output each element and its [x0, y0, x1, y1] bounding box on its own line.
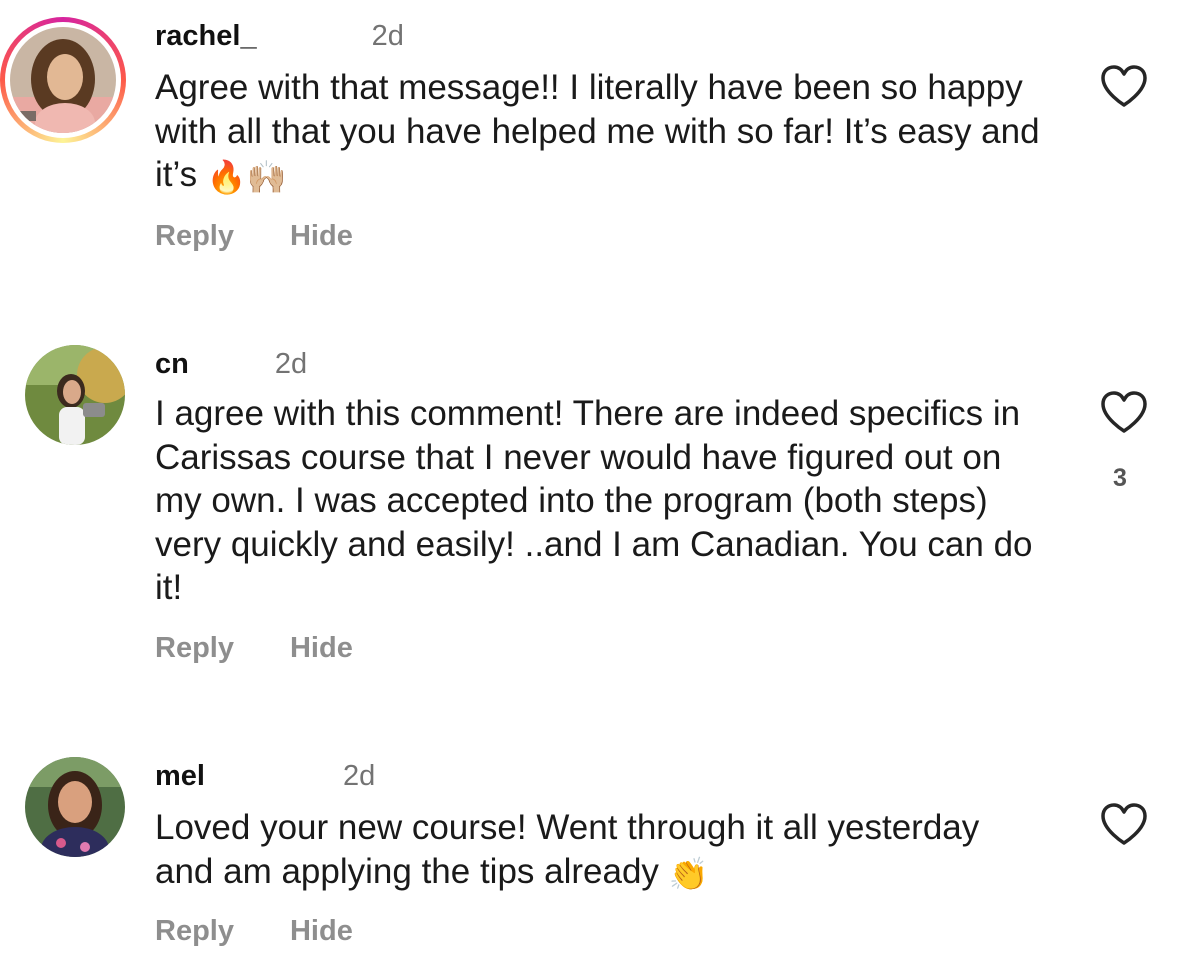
fire-raising-hands-emoji: 🔥🙌🏼: [206, 159, 287, 195]
hide-button[interactable]: Hide: [290, 915, 353, 948]
avatar: [25, 345, 125, 445]
comment-header: mel 2d: [155, 758, 375, 794]
username[interactable]: rachel_: [155, 20, 362, 52]
username[interactable]: cn: [155, 348, 265, 380]
comment-actions: Reply Hide: [155, 915, 353, 948]
comment-text: Agree with that message!! I literally ha…: [155, 68, 1040, 195]
reply-button[interactable]: Reply: [155, 220, 234, 253]
heart-outline-icon[interactable]: [1100, 802, 1148, 846]
comment-text: Loved your new course! Went through it a…: [155, 808, 980, 892]
like-count: 3: [1113, 464, 1127, 492]
redacted-username: [204, 767, 333, 788]
timestamp: 2d: [342, 760, 376, 792]
comment-actions: Reply Hide: [155, 632, 353, 665]
redacted-username: [188, 355, 265, 376]
comment-text: I agree with this comment! There are ind…: [155, 394, 1033, 607]
hide-button[interactable]: Hide: [290, 220, 353, 253]
avatar: [25, 757, 125, 857]
avatar: [10, 27, 116, 133]
clapping-hands-emoji: 👏: [668, 855, 709, 892]
hide-button[interactable]: Hide: [290, 632, 353, 665]
username[interactable]: mel: [155, 760, 333, 792]
redacted-username: [256, 27, 362, 48]
heart-outline-icon[interactable]: [1100, 64, 1148, 108]
avatar-wrap[interactable]: [25, 757, 125, 857]
avatar-wrap[interactable]: [25, 345, 125, 445]
avatar-with-story-ring[interactable]: [0, 17, 126, 143]
heart-outline-icon[interactable]: [1100, 390, 1148, 434]
reply-button[interactable]: Reply: [155, 915, 234, 948]
timestamp: 2d: [274, 348, 308, 380]
timestamp: 2d: [371, 20, 404, 52]
comment-actions: Reply Hide: [155, 220, 353, 253]
reply-button[interactable]: Reply: [155, 632, 234, 665]
comment-header: cn 2d: [155, 346, 307, 382]
comment-header: rachel_ 2d: [155, 18, 404, 54]
